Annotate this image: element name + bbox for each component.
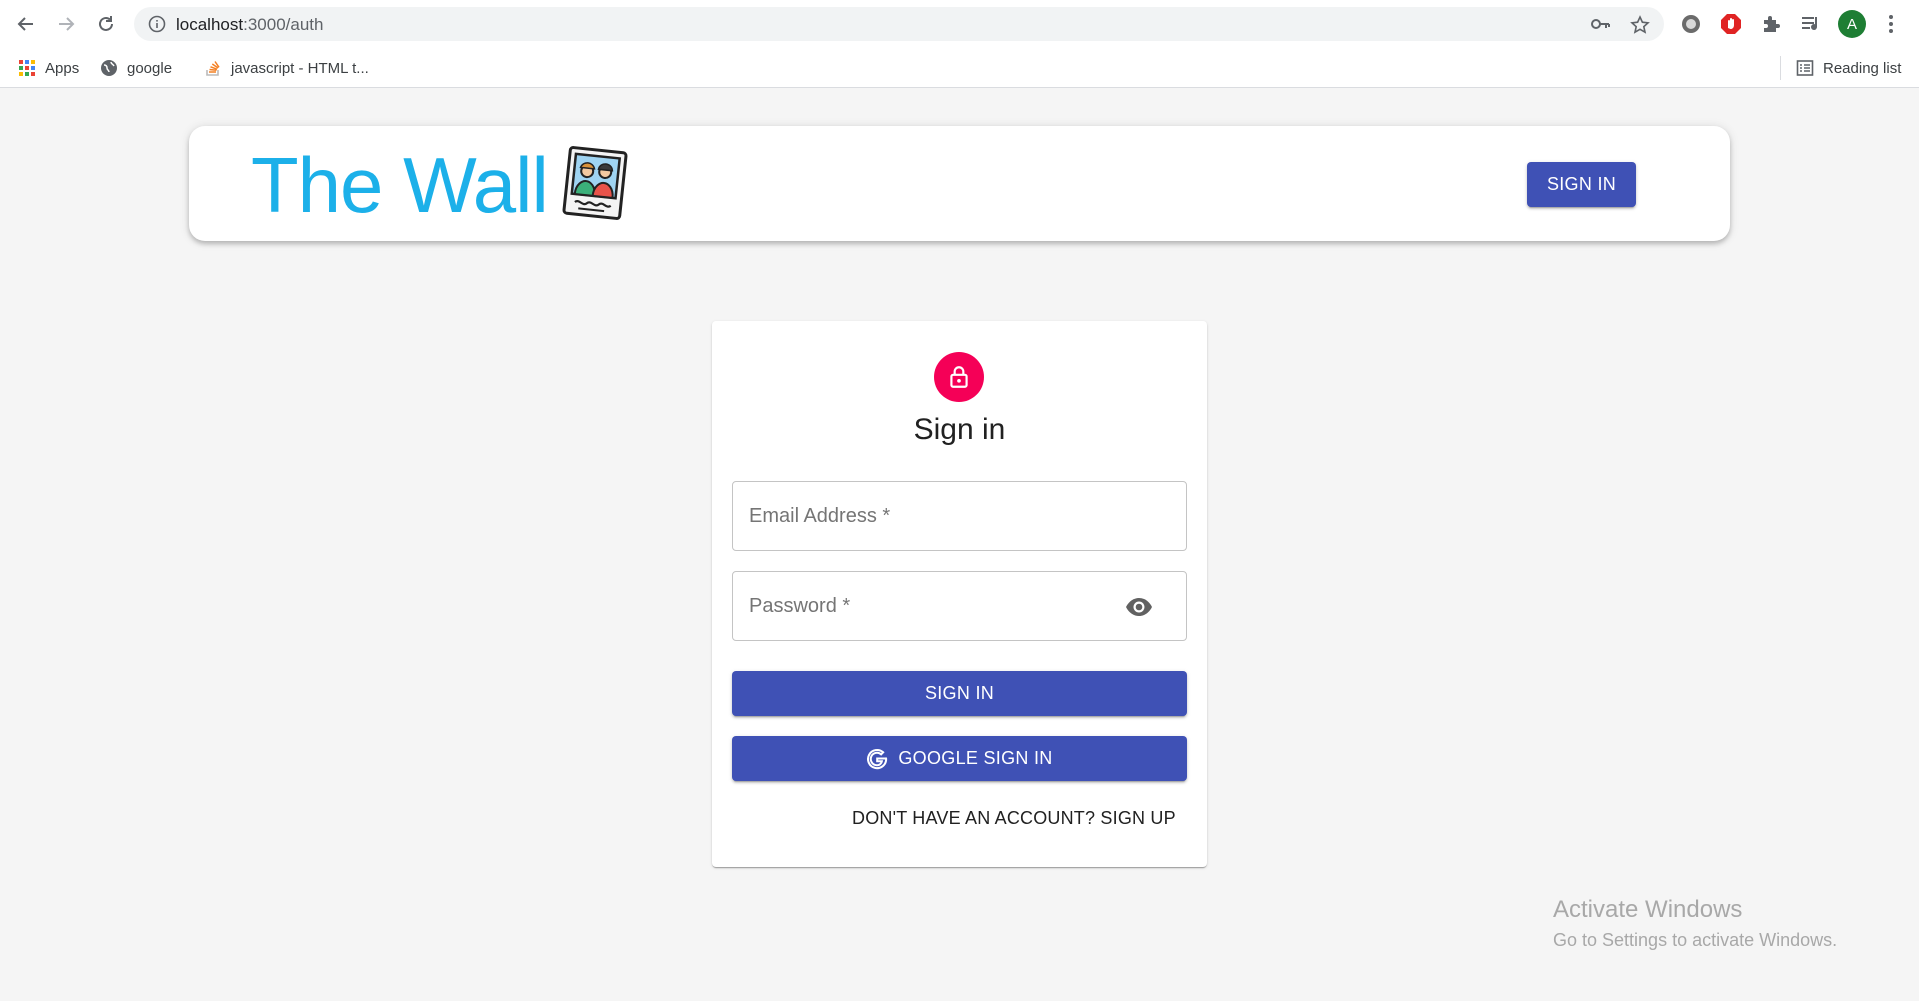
site-info-icon[interactable] xyxy=(148,15,166,38)
bookmarks-divider xyxy=(1780,56,1781,80)
url-path: :3000/auth xyxy=(243,15,324,34)
url-host: localhost xyxy=(176,15,244,34)
email-input[interactable] xyxy=(733,482,1186,550)
stackoverflow-icon xyxy=(206,61,220,76)
signup-link[interactable]: DON'T HAVE AN ACCOUNT? SIGN UP xyxy=(852,808,1176,829)
password-input[interactable] xyxy=(733,572,1186,640)
signin-title: Sign in xyxy=(913,413,1006,446)
google-g-icon xyxy=(867,748,888,769)
browser-toolbar: localhost:3000/auth A xyxy=(0,0,1919,48)
forward-button[interactable] xyxy=(52,10,80,38)
back-arrow-icon xyxy=(17,17,33,31)
lock-icon xyxy=(950,366,968,388)
url-text: localhost:3000/auth xyxy=(176,15,323,35)
bookmarks-bar: Apps google javascript - HTML t... Readi… xyxy=(0,48,1919,88)
key-icon[interactable] xyxy=(1590,15,1610,38)
watermark-title: Activate Windows xyxy=(1553,896,1743,923)
address-bar[interactable]: localhost:3000/auth xyxy=(134,7,1664,41)
signin-submit-button[interactable]: SIGN IN xyxy=(732,671,1187,716)
password-field[interactable] xyxy=(732,571,1187,641)
bookmark-apps[interactable]: Apps xyxy=(18,56,79,80)
extensions-puzzle-icon[interactable] xyxy=(1758,11,1784,37)
apps-grid-icon xyxy=(19,60,35,76)
extension-circle-icon[interactable] xyxy=(1678,11,1704,37)
browser-menu-icon[interactable] xyxy=(1878,11,1904,37)
google-signin-button[interactable]: GOOGLE SIGN IN xyxy=(732,736,1187,781)
signin-card: Sign in SIGN IN GOOGLE SIGN IN DON'T HAV… xyxy=(712,321,1207,867)
google-signin-label: GOOGLE SIGN IN xyxy=(898,748,1053,768)
reload-icon xyxy=(99,16,113,31)
bookmark-javascript[interactable]: javascript - HTML t... xyxy=(204,56,369,80)
profile-initial: A xyxy=(1846,15,1857,33)
eye-icon xyxy=(1126,598,1152,616)
toggle-password-visibility-button[interactable] xyxy=(1124,594,1154,620)
email-field[interactable] xyxy=(732,481,1187,551)
media-queue-icon[interactable] xyxy=(1798,11,1824,37)
bookmark-google[interactable]: google xyxy=(100,56,172,80)
bookmark-apps-label: Apps xyxy=(45,59,80,77)
back-button[interactable] xyxy=(12,10,40,38)
bookmark-javascript-label: javascript - HTML t... xyxy=(231,59,369,77)
adblock-extension-icon[interactable] xyxy=(1718,11,1744,37)
lock-avatar xyxy=(934,352,984,402)
reading-list-button[interactable]: Reading list xyxy=(1796,56,1901,80)
profile-avatar[interactable]: A xyxy=(1838,10,1866,38)
app-header: The Wall SIGN IN xyxy=(189,126,1730,241)
activate-windows-watermark: Activate Windows Go to Settings to activ… xyxy=(1553,896,1837,951)
header-signin-button[interactable]: SIGN IN xyxy=(1527,162,1636,207)
reading-list-icon xyxy=(1796,60,1814,76)
bookmark-google-label: google xyxy=(127,59,173,77)
photo-frame-logo-icon xyxy=(559,144,631,227)
bookmark-star-icon[interactable] xyxy=(1630,15,1650,40)
reload-button[interactable] xyxy=(92,10,120,38)
watermark-subtitle: Go to Settings to activate Windows. xyxy=(1553,930,1838,950)
reading-list-label: Reading list xyxy=(1823,59,1902,77)
brand-title[interactable]: The Wall xyxy=(251,140,549,230)
forward-arrow-icon xyxy=(59,17,75,31)
globe-icon xyxy=(101,60,117,76)
